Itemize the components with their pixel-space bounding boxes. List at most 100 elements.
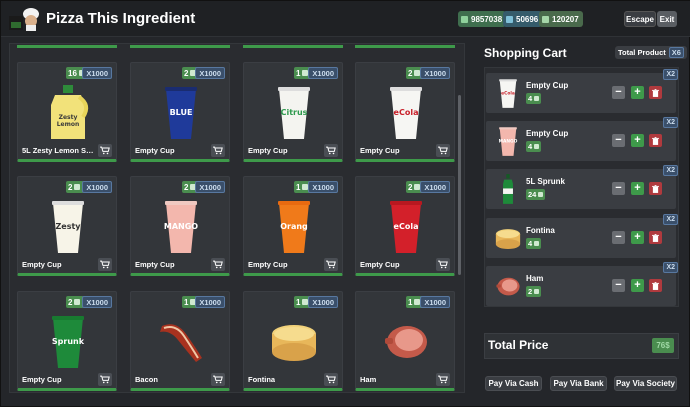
product-card[interactable]: 1 X1000 Citrus Empty Cup	[243, 62, 343, 162]
cart-title: Shopping Cart	[484, 46, 567, 60]
add-to-cart-button[interactable]	[98, 144, 112, 157]
product-scrollbar[interactable]	[458, 95, 461, 275]
decrease-quantity-button[interactable]: −	[612, 182, 625, 195]
add-to-cart-button[interactable]	[324, 258, 338, 271]
product-card[interactable]: 2 X1000 MANGO Empty Cup	[130, 176, 230, 276]
remove-item-button[interactable]	[649, 134, 662, 147]
add-to-cart-button[interactable]	[324, 144, 338, 157]
product-stock-badge: 2	[66, 181, 84, 193]
bacon-image	[156, 312, 206, 370]
ham-image	[381, 312, 431, 370]
add-to-cart-button[interactable]	[436, 373, 450, 386]
pay-society-button[interactable]: Pay Via Society	[614, 376, 677, 391]
product-card[interactable]: 2 X1000 eCola Empty Cup	[355, 176, 455, 276]
escape-key-hint: Escape	[624, 11, 656, 27]
product-card[interactable]: 1 X1000 Fontina	[243, 291, 343, 391]
mango-cup-image: MANGO	[156, 197, 206, 255]
price-icon	[534, 144, 540, 149]
increase-quantity-button[interactable]: +	[631, 182, 644, 195]
add-to-cart-button[interactable]	[211, 373, 225, 386]
product-multiplier-badge: X1000	[82, 181, 112, 193]
cart-item: Fontina 4 X2 − +	[486, 214, 678, 258]
svg-text:Zesty: Zesty	[59, 114, 78, 121]
stock-icon	[74, 299, 81, 305]
increase-quantity-button[interactable]: +	[631, 231, 644, 244]
add-to-cart-button[interactable]	[98, 373, 112, 386]
add-to-cart-button[interactable]	[211, 258, 225, 271]
app-title: Pizza This Ingredient	[46, 10, 196, 27]
product-card[interactable]: 1 X1000 Ham	[355, 291, 455, 391]
cash-balance-value: 9857038	[471, 14, 503, 24]
cart-item-name: Ham	[526, 274, 544, 283]
remove-item-button[interactable]	[649, 231, 662, 244]
add-to-cart-button[interactable]	[436, 258, 450, 271]
total-product-badge: Total Product X6	[615, 46, 687, 59]
pay-cash-button[interactable]: Pay Via Cash	[485, 376, 542, 391]
product-stock-value: 2	[184, 68, 189, 78]
product-card[interactable]: 16 X1000 ZestyLemon 5L Zesty Lemon Splash	[17, 62, 117, 162]
pay-bank-button[interactable]: Pay Via Bank	[550, 376, 607, 391]
cart-icon	[438, 375, 448, 384]
add-to-cart-button[interactable]	[436, 144, 450, 157]
remove-item-button[interactable]	[649, 86, 662, 99]
cart-icon	[326, 260, 336, 269]
cart-item-count-badge: X2	[663, 69, 678, 80]
cart-item-name: Empty Cup	[526, 129, 569, 138]
cash-balance: 9857038	[458, 11, 507, 27]
product-multiplier-badge: X1000	[195, 181, 225, 193]
price-icon	[538, 192, 544, 197]
remove-item-button[interactable]	[649, 182, 662, 195]
product-name: Empty Cup	[135, 260, 175, 269]
product-multiplier-badge: X1000	[420, 296, 450, 308]
cart-item-name: Fontina	[526, 226, 555, 235]
cart-icon	[100, 260, 110, 269]
zesty-lemon-cup-image: Zesty	[43, 197, 93, 255]
product-card[interactable]: 2 X1000 BLUE Empty Cup	[130, 62, 230, 162]
decrease-quantity-button[interactable]: −	[612, 86, 625, 99]
product-stock-value: 2	[68, 182, 73, 192]
cart-item-price: 4	[526, 238, 542, 249]
product-card[interactable]: 1 X1000 Bacon	[130, 291, 230, 391]
society-balance-value: 120207	[552, 14, 579, 24]
ecola-light-cup-image: eCola	[381, 83, 431, 141]
cart-icon	[213, 260, 223, 269]
product-name: Empty Cup	[248, 260, 288, 269]
cart-item-price: 2	[526, 286, 542, 297]
add-to-cart-button[interactable]	[98, 258, 112, 271]
cart-item-count-badge: X2	[663, 165, 678, 176]
citrus-cup-image: Citrus	[269, 83, 319, 141]
cart-icon	[438, 146, 448, 155]
cart-item-price-value: 4	[528, 94, 533, 103]
cart-item-count-badge: X2	[663, 214, 678, 225]
svg-text:eCola: eCola	[501, 91, 515, 97]
cart-item: 5L Sprunk 24 X2 − +	[486, 165, 678, 209]
product-card[interactable]: 2 X1000 eCola Empty Cup	[355, 62, 455, 162]
svg-text:eCola: eCola	[394, 222, 419, 231]
ecola-light-cup-thumbnail: eCola	[494, 77, 524, 109]
total-price-label: Total Price	[488, 338, 549, 352]
increase-quantity-button[interactable]: +	[631, 86, 644, 99]
ham-thumbnail	[494, 270, 524, 302]
remove-item-button[interactable]	[649, 279, 662, 292]
add-to-cart-button[interactable]	[211, 144, 225, 157]
cart-item-price-value: 4	[528, 239, 533, 248]
orang-tang-cup-image: Orang	[269, 197, 319, 255]
shop-window: Pizza This Ingredient 9857038 50696 1202…	[0, 0, 690, 407]
product-card[interactable]: 2 X1000 Zesty Empty Cup	[17, 176, 117, 276]
decrease-quantity-button[interactable]: −	[612, 279, 625, 292]
price-icon	[534, 289, 540, 294]
sprunk-cup-image: Sprunk	[43, 312, 93, 370]
product-stock-value: 1	[184, 297, 189, 307]
cart-icon	[213, 146, 223, 155]
increase-quantity-button[interactable]: +	[631, 279, 644, 292]
cart-icon	[100, 146, 110, 155]
increase-quantity-button[interactable]: +	[631, 134, 644, 147]
decrease-quantity-button[interactable]: −	[612, 231, 625, 244]
decrease-quantity-button[interactable]: −	[612, 134, 625, 147]
cart-item-count-badge: X2	[663, 117, 678, 128]
product-card[interactable]: 1 X1000 Orang Empty Cup	[243, 176, 343, 276]
product-card[interactable]: 2 X1000 Sprunk Empty Cup	[17, 291, 117, 391]
blueberry-cup-image: BLUE	[156, 83, 206, 141]
add-to-cart-button[interactable]	[324, 373, 338, 386]
exit-button[interactable]: Exit	[657, 11, 677, 27]
